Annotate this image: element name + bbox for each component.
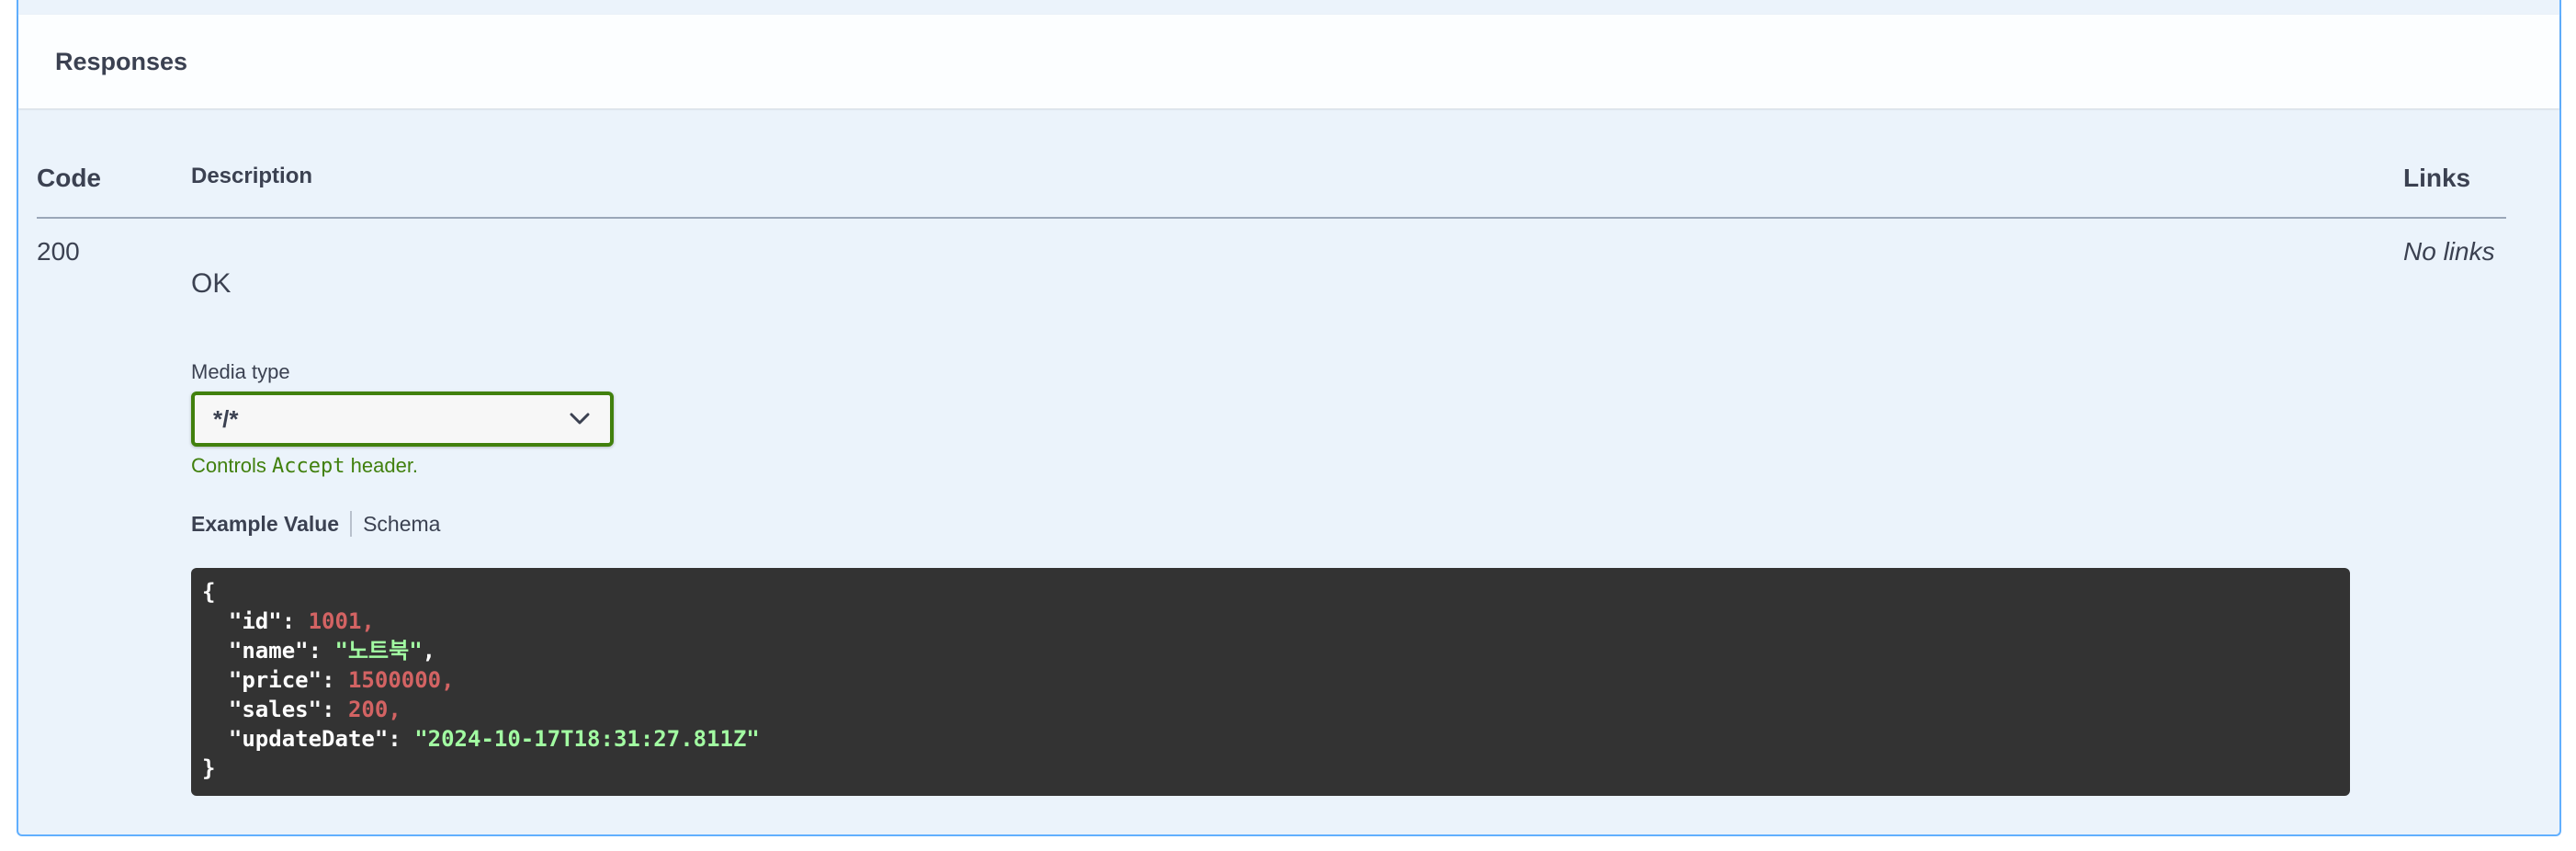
note-suffix: header.	[345, 454, 419, 477]
json-sep: :	[322, 667, 348, 693]
json-value: "2024-10-17T18:31:27.811Z"	[414, 726, 760, 752]
json-line: "name": "노트북",	[202, 636, 2339, 665]
response-code: 200	[37, 237, 80, 266]
json-trail: ,	[361, 608, 375, 634]
json-sep: :	[281, 608, 309, 634]
json-sep: :	[322, 697, 348, 722]
json-sep: :	[388, 726, 415, 752]
json-value: "노트북"	[334, 638, 423, 664]
json-key: "name"	[228, 638, 309, 664]
json-trail: ,	[388, 697, 401, 722]
media-type-value: */*	[213, 404, 239, 433]
json-key: "updateDate"	[228, 726, 389, 752]
header-divider	[37, 217, 2506, 219]
json-close-brace: }	[202, 755, 216, 781]
responses-header: Responses	[18, 15, 2559, 108]
json-value: 200	[347, 697, 389, 722]
json-line: "id": 1001,	[202, 607, 2339, 636]
media-type-select[interactable]: */*	[191, 391, 614, 447]
example-tabs: Example Value Schema	[191, 511, 440, 537]
column-header-links: Links	[2403, 164, 2471, 192]
responses-title: Responses	[55, 47, 188, 75]
top-strip	[18, 0, 2559, 15]
json-line: "price": 1500000,	[202, 665, 2339, 695]
json-trail: ,	[441, 667, 455, 693]
json-key: "sales"	[228, 697, 322, 722]
json-key: "price"	[228, 667, 322, 693]
json-open-brace: {	[202, 579, 216, 605]
response-links: No links	[2403, 237, 2495, 266]
accept-header-note: Controls Accept header.	[191, 454, 418, 478]
response-description: OK	[191, 268, 232, 299]
column-header-code: Code	[37, 164, 101, 192]
example-value-code: { "id": 1001, "name": "노트북", "price": 15…	[191, 568, 2350, 796]
json-value: 1001	[308, 608, 362, 634]
tab-schema[interactable]: Schema	[363, 512, 440, 537]
json-line: "sales": 200,	[202, 695, 2339, 724]
tab-example-value[interactable]: Example Value	[191, 512, 339, 537]
json-trail: ,	[422, 638, 436, 664]
tab-divider	[350, 511, 353, 537]
column-header-description: Description	[191, 164, 313, 188]
chevron-down-icon	[570, 413, 590, 425]
json-key: "id"	[228, 608, 282, 634]
note-code: Accept	[272, 455, 345, 478]
json-value: 1500000	[347, 667, 442, 693]
media-type-label: Media type	[191, 360, 290, 383]
note-prefix: Controls	[191, 454, 273, 477]
json-line: "updateDate": "2024-10-17T18:31:27.811Z"	[202, 724, 2339, 754]
json-sep: :	[308, 638, 335, 664]
